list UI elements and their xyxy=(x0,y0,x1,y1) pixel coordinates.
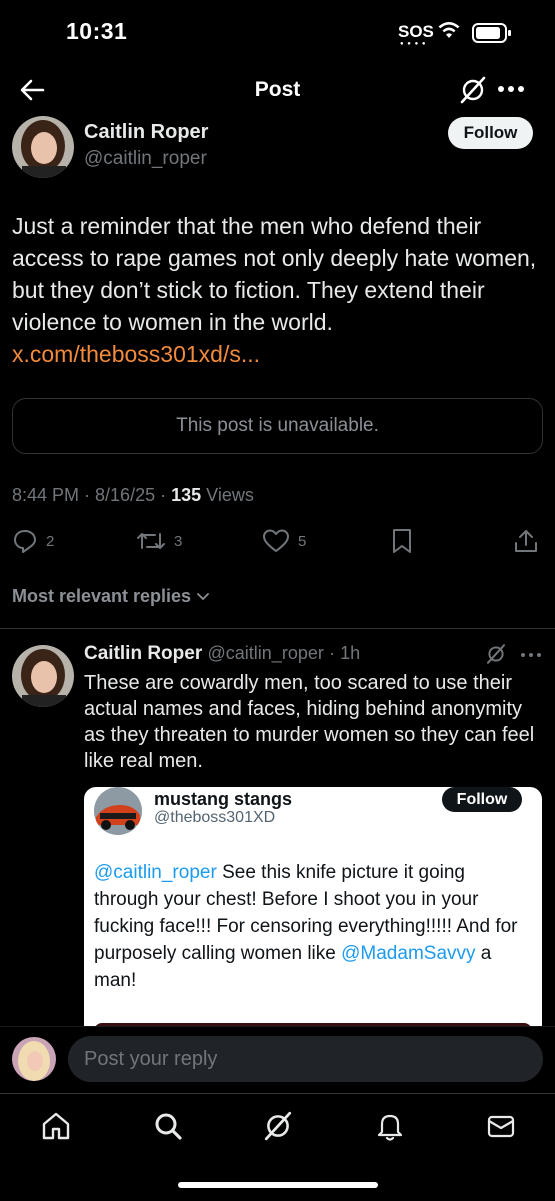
unavailable-quote: This post is unavailable. xyxy=(12,398,543,454)
quoted-post-image[interactable]: mustang stangs @theboss301XD Follow @cai… xyxy=(84,787,542,1037)
divider xyxy=(0,628,555,629)
author-handle[interactable]: @caitlin_roper xyxy=(84,148,207,170)
post-text: Just a reminder that the men who defend … xyxy=(12,210,542,370)
more-options-icon[interactable] xyxy=(497,84,525,94)
bookmark-action[interactable] xyxy=(390,528,414,554)
reply-author-handle[interactable]: @caitlin_roper xyxy=(208,643,324,663)
status-time: 10:31 xyxy=(66,18,128,44)
bookmark-icon xyxy=(393,529,411,553)
search-icon[interactable] xyxy=(152,1110,184,1142)
post-meta: 8:44 PM · 8/16/25 · 135 Views xyxy=(12,485,254,506)
post-actions: 2 3 5 xyxy=(0,528,555,558)
views-label: Views xyxy=(201,485,254,505)
post-timestamp: 8:44 PM · 8/16/25 · xyxy=(12,485,172,505)
reply-time: · 1h xyxy=(329,643,361,663)
post-body: Just a reminder that the men who defend … xyxy=(12,213,537,335)
like-count: 5 xyxy=(298,532,307,550)
share-icon xyxy=(515,530,537,552)
reply-icon xyxy=(14,530,36,553)
author-name[interactable]: Caitlin Roper xyxy=(84,121,208,144)
messages-icon[interactable] xyxy=(485,1110,517,1142)
reply-author-avatar[interactable] xyxy=(12,645,74,707)
home-indicator xyxy=(178,1182,378,1188)
notifications-icon[interactable] xyxy=(374,1110,406,1142)
share-action[interactable] xyxy=(513,528,539,554)
like-action[interactable]: 5 xyxy=(262,528,306,554)
quoted-mention: @MadamSavvy xyxy=(341,943,476,964)
reply-header: Caitlin Roper @caitlin_roper · 1h xyxy=(84,643,360,665)
quoted-follow-button: Follow xyxy=(442,787,522,812)
reply-sort-dropdown[interactable]: Most relevant replies xyxy=(12,586,211,607)
my-avatar[interactable] xyxy=(12,1037,56,1081)
grok-icon[interactable] xyxy=(458,75,488,105)
repost-count: 3 xyxy=(174,532,183,550)
grok-icon[interactable] xyxy=(485,643,507,665)
follow-button[interactable]: Follow xyxy=(448,117,533,149)
reply-author-name[interactable]: Caitlin Roper xyxy=(84,643,202,664)
quoted-author-handle: @theboss301XD xyxy=(154,809,276,826)
reply-count: 2 xyxy=(46,532,55,550)
grok-icon[interactable] xyxy=(262,1110,294,1142)
heart-icon xyxy=(263,529,289,552)
reply-input[interactable] xyxy=(68,1036,543,1082)
status-bar: 10:31 SOS ● ● ● ● xyxy=(0,0,555,62)
more-options-icon[interactable] xyxy=(520,651,542,659)
reply-text: These are cowardly men, too scared to us… xyxy=(84,672,535,772)
home-icon[interactable] xyxy=(40,1110,72,1142)
views-count: 135 xyxy=(171,485,202,505)
reply-action[interactable]: 2 xyxy=(12,528,54,554)
post-link[interactable]: x.com/theboss301xd/s... xyxy=(12,341,260,367)
quoted-author-name: mustang stangs xyxy=(154,789,293,809)
sort-label: Most relevant replies xyxy=(12,586,192,606)
battery-icon xyxy=(472,23,511,43)
wifi-icon xyxy=(438,22,460,38)
repost-action[interactable]: 3 xyxy=(136,528,182,554)
signal-dots-icon: ● ● ● ● xyxy=(400,41,427,47)
chevron-down-icon xyxy=(197,592,209,600)
quoted-avatar xyxy=(94,787,142,835)
repost-icon xyxy=(137,533,165,549)
sos-indicator: SOS xyxy=(398,22,434,41)
quoted-text: @caitlin_roper See this knife picture it… xyxy=(94,859,524,994)
quoted-mention: @caitlin_roper xyxy=(94,862,217,883)
author-avatar[interactable] xyxy=(12,116,74,178)
